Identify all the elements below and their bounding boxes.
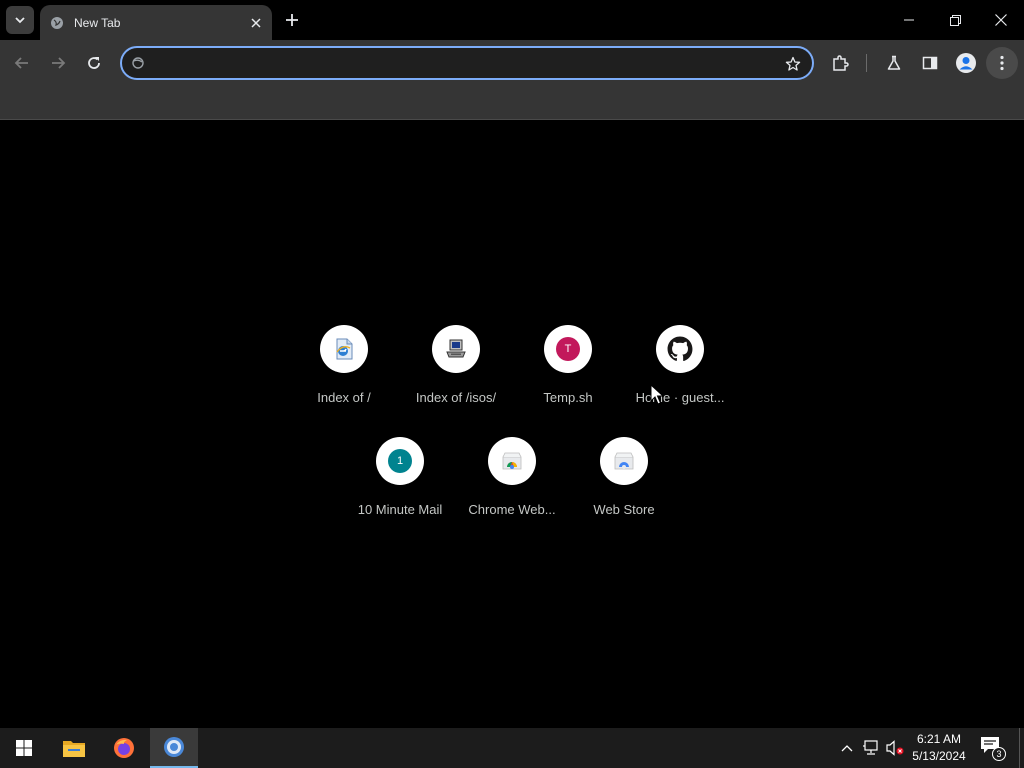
taskbar-clock[interactable]: 6:21 AM 5/13/2024 [905, 731, 973, 765]
folder-icon [63, 741, 85, 757]
shortcut-icon-circle [488, 437, 536, 485]
start-button[interactable] [0, 728, 48, 768]
browser-toolbar [0, 40, 1024, 86]
shortcut-icon-circle: T [544, 325, 592, 373]
address-bar[interactable] [120, 46, 814, 80]
menu-button[interactable] [986, 47, 1018, 79]
kebab-menu-icon [1000, 55, 1004, 71]
shortcut-tile[interactable]: T Temp.sh [512, 325, 624, 437]
shortcut-tile[interactable]: Web Store [568, 437, 680, 549]
shortcut-label: Temp.sh [543, 390, 593, 405]
back-button[interactable] [6, 47, 38, 79]
back-arrow-icon [14, 57, 28, 69]
shortcut-icon-circle [656, 325, 704, 373]
side-panel-button[interactable] [914, 47, 946, 79]
windows-logo-icon [16, 740, 32, 756]
shortcut-label: Web Store [593, 502, 655, 517]
restore-button[interactable] [932, 0, 978, 40]
shortcut-tile[interactable]: Home · guest... [624, 325, 736, 437]
toolbar-divider [866, 54, 867, 72]
letter-1-icon: 1 [388, 449, 412, 473]
action-center-button[interactable]: 3 [980, 736, 1006, 762]
profile-button[interactable] [950, 47, 982, 79]
search-engine-icon [130, 55, 146, 71]
shortcut-icon-circle [432, 325, 480, 373]
shortcut-icon-circle [320, 325, 368, 373]
labs-button[interactable] [878, 47, 910, 79]
shortcut-label: Chrome Web... [468, 502, 556, 517]
github-icon [667, 336, 693, 361]
bookmarks-bar [0, 86, 1024, 120]
shortcut-icon-circle [600, 437, 648, 485]
new-tab-button[interactable] [279, 7, 305, 33]
extensions-button[interactable] [824, 47, 856, 79]
close-window-button[interactable] [978, 0, 1024, 40]
shortcut-label: Index of / [317, 390, 371, 405]
title-bar: New Tab [0, 0, 1024, 40]
web-store-icon [614, 452, 634, 470]
shortcut-tile[interactable]: Index of /isos/ [400, 325, 512, 437]
notification-count-badge: 3 [992, 747, 1006, 761]
mouse-cursor-icon [650, 384, 664, 405]
tab-search-button[interactable] [6, 6, 34, 34]
bookmark-star-icon[interactable] [780, 51, 806, 77]
plus-icon [286, 14, 298, 26]
minimize-button[interactable] [886, 0, 932, 40]
network-icon[interactable] [861, 738, 881, 758]
shortcut-tile[interactable]: Index of / [288, 325, 400, 437]
shortcut-label: 10 Minute Mail [357, 502, 443, 517]
reload-icon [88, 57, 100, 69]
avatar-icon [956, 53, 976, 73]
show-desktop-button[interactable] [1019, 728, 1024, 768]
taskbar-file-explorer[interactable] [50, 728, 98, 768]
show-hidden-icons-chevron-up-icon[interactable] [837, 738, 857, 758]
close-tab-icon[interactable] [244, 11, 268, 35]
close-icon [995, 14, 1007, 26]
shortcut-label: Index of /isos/ [415, 390, 497, 405]
firefox-icon [114, 738, 134, 758]
taskbar-firefox[interactable] [100, 728, 148, 768]
letter-t-icon: T [556, 337, 580, 361]
chrome-icon [164, 737, 184, 757]
shortcut-label: Home · guest... [635, 390, 725, 405]
new-tab-page: Index of / Index of /isos/ T Temp.sh Hom… [0, 121, 1024, 728]
shortcut-icon-circle: 1 [376, 437, 424, 485]
chevron-down-icon [15, 17, 25, 24]
side-panel-icon [922, 56, 938, 70]
windows-taskbar: 6:21 AM 5/13/2024 3 [0, 728, 1024, 768]
computer-icon [446, 339, 466, 358]
clock-date: 5/13/2024 [912, 749, 966, 763]
flask-icon [887, 55, 901, 70]
minimize-icon [904, 19, 914, 21]
ie-page-icon [336, 338, 353, 360]
tab-new-tab[interactable]: New Tab [40, 5, 272, 40]
globe-icon [50, 16, 64, 30]
volume-muted-icon[interactable] [885, 738, 905, 758]
address-input[interactable] [154, 51, 774, 75]
restore-icon [949, 14, 961, 26]
tab-title: New Tab [74, 15, 121, 30]
reload-button[interactable] [78, 47, 110, 79]
forward-arrow-icon [52, 57, 66, 69]
forward-button[interactable] [42, 47, 74, 79]
clock-time: 6:21 AM [916, 732, 962, 746]
shortcut-tile[interactable]: Chrome Web... [456, 437, 568, 549]
chrome-web-store-icon [502, 452, 522, 470]
puzzle-icon [833, 55, 849, 71]
taskbar-chrome[interactable] [150, 728, 198, 768]
shortcut-tile[interactable]: 1 10 Minute Mail [344, 437, 456, 549]
